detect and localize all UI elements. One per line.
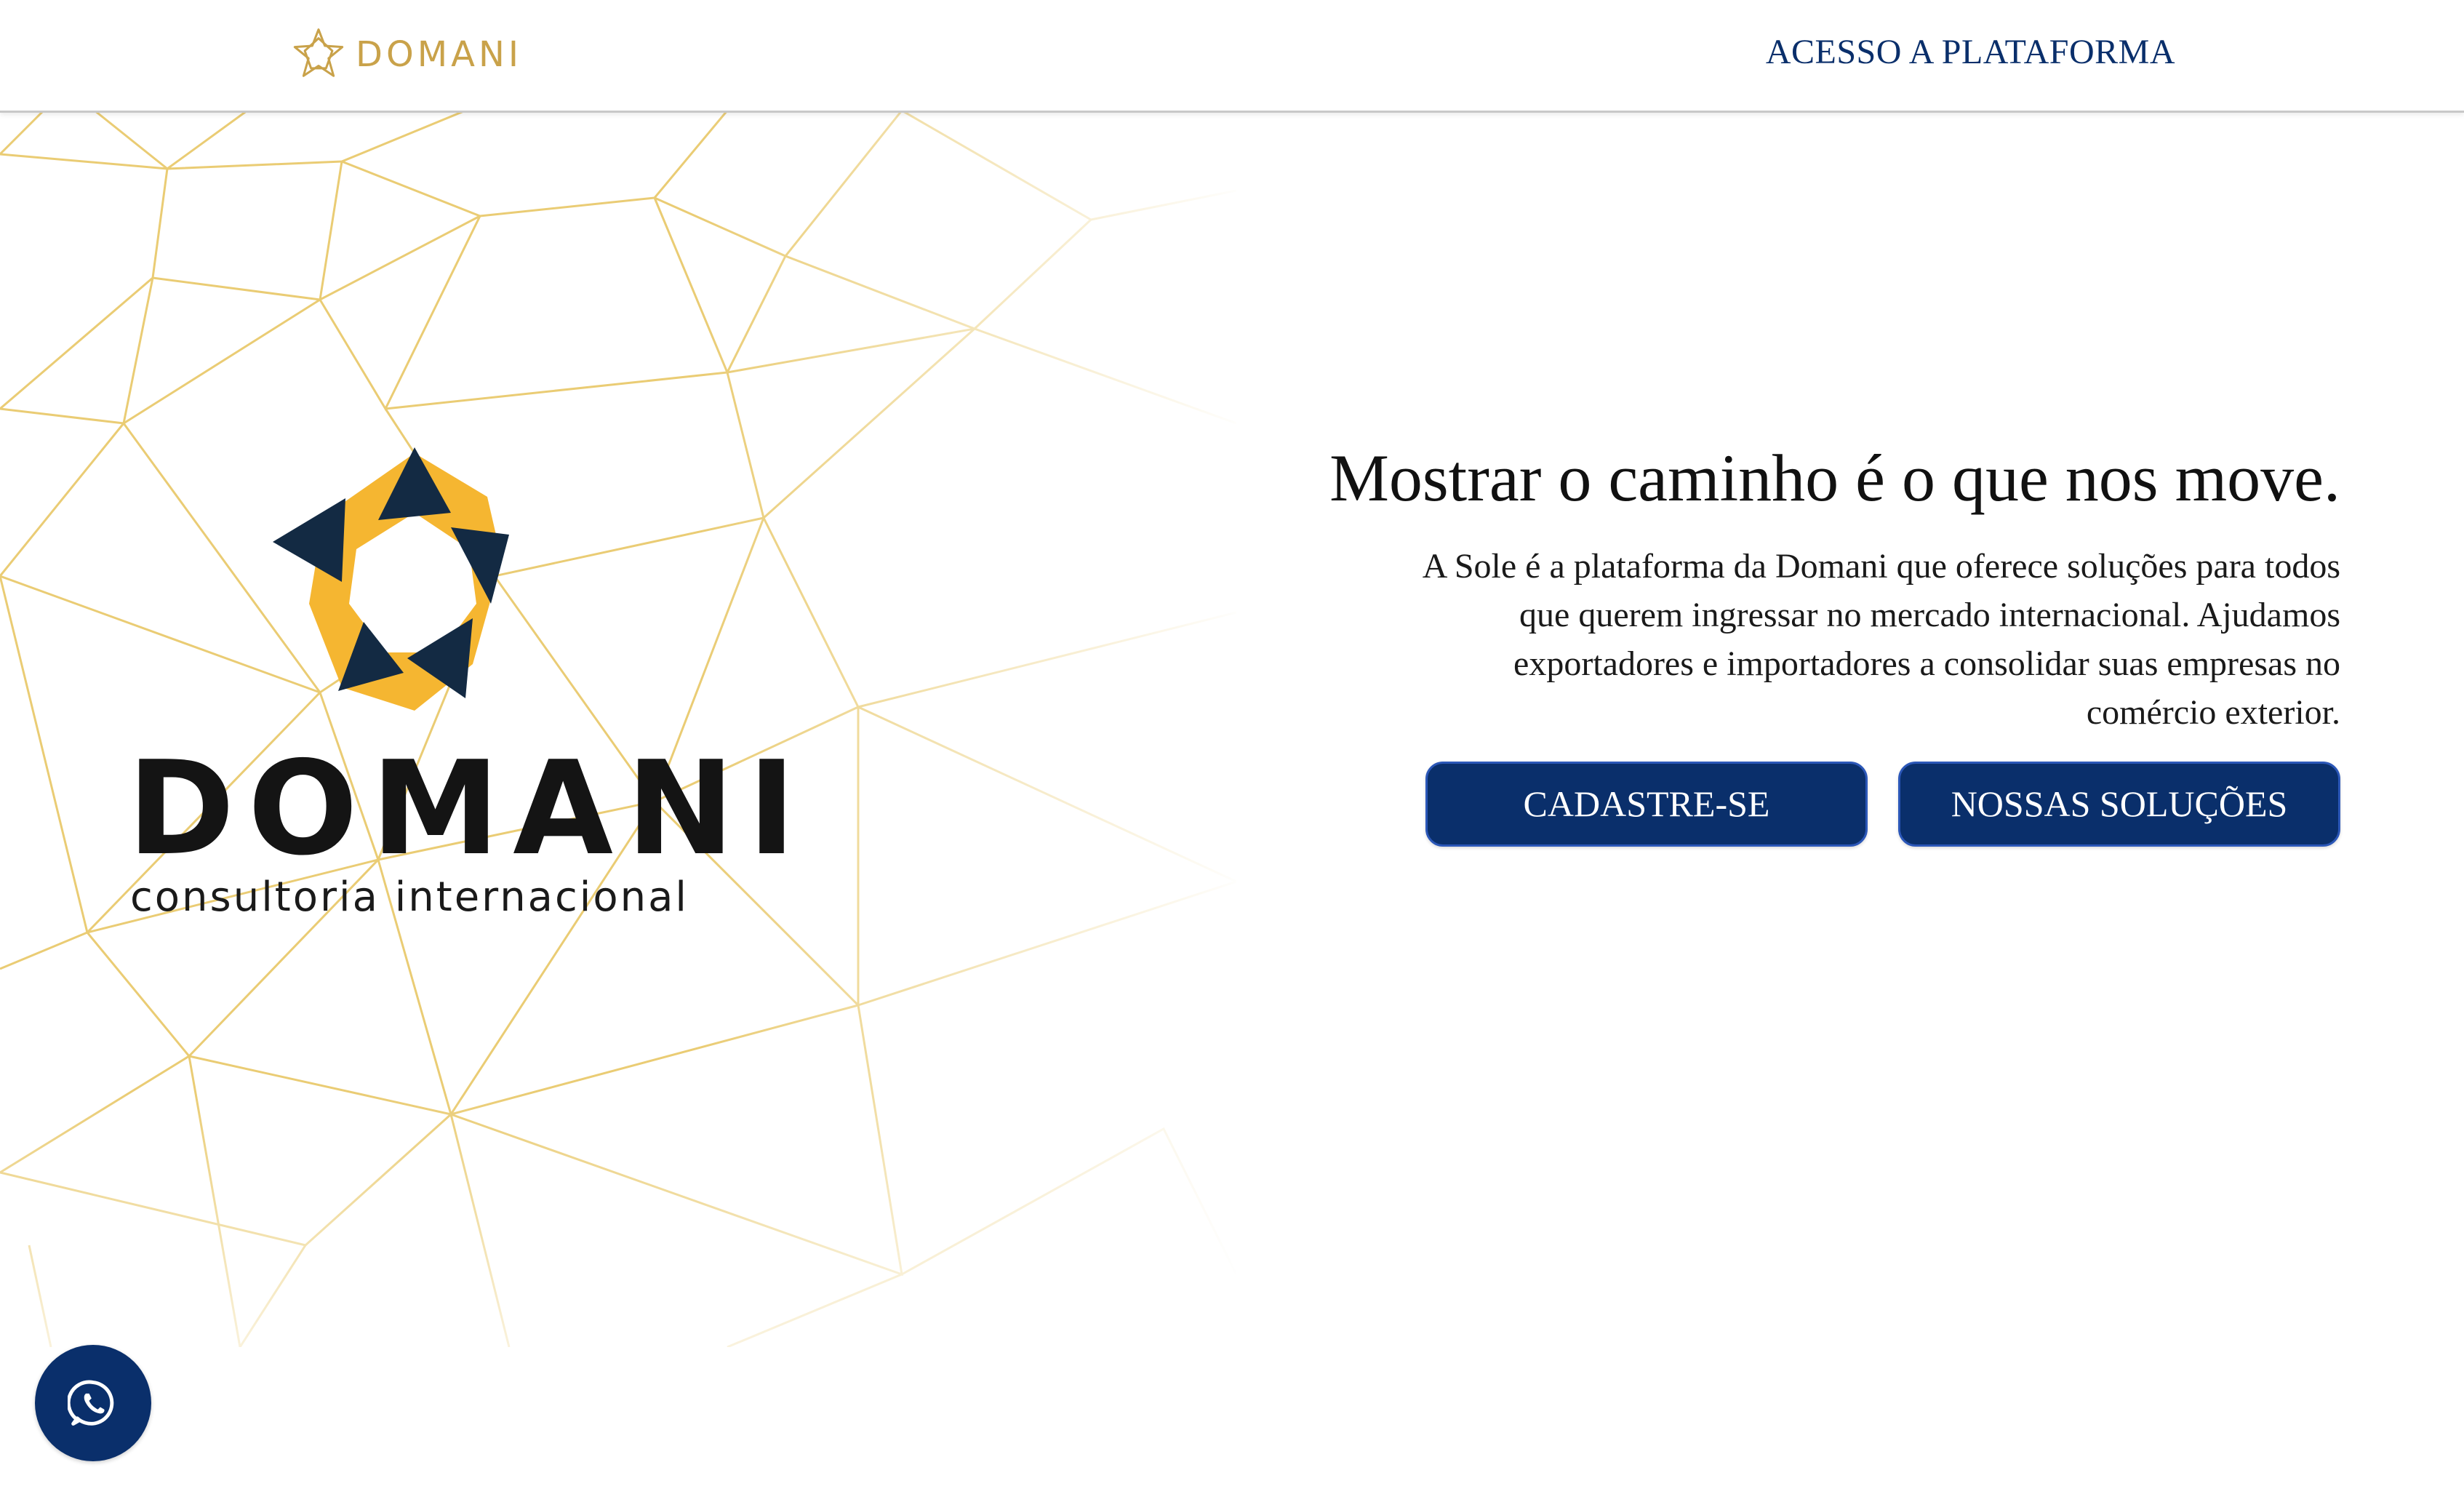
site-header: DOMANI ACESSO A PLATAFORMA (0, 0, 2464, 113)
whatsapp-icon (68, 1380, 114, 1426)
header-logo-link[interactable]: DOMANI (287, 22, 522, 87)
domani-star-logo-icon (273, 447, 509, 711)
hero-description: A Sole é a plataforma da Domani que ofer… (1422, 546, 2340, 732)
signup-button[interactable]: CADASTRE-SE (1425, 761, 1868, 847)
whatsapp-button[interactable] (35, 1345, 151, 1461)
landing-page: DOMANI ACESSO A PLATAFORMA DOMANI consul… (0, 0, 2464, 1494)
platform-access-link[interactable]: ACESSO A PLATAFORMA (1766, 32, 2175, 72)
pattern-fade-overlay-bottom (0, 1091, 1273, 1382)
header-brand-name: DOMANI (356, 34, 523, 75)
logo-tagline: consultoria internacional (130, 874, 689, 921)
hero-buttons: CADASTRE-SE NOSSAS SOLUÇÕES (1104, 761, 2340, 847)
hero-title: Mostrar o caminho é o que nos move. (1329, 441, 2340, 515)
domani-logo: DOMANI consultoria internacional (127, 440, 796, 942)
our-solutions-button[interactable]: NOSSAS SOLUÇÕES (1898, 761, 2340, 847)
hero-section: Mostrar o caminho é o que nos move. A So… (1104, 440, 2340, 847)
logo-wordmark: DOMANI (127, 733, 809, 884)
domani-star-icon (293, 28, 344, 77)
